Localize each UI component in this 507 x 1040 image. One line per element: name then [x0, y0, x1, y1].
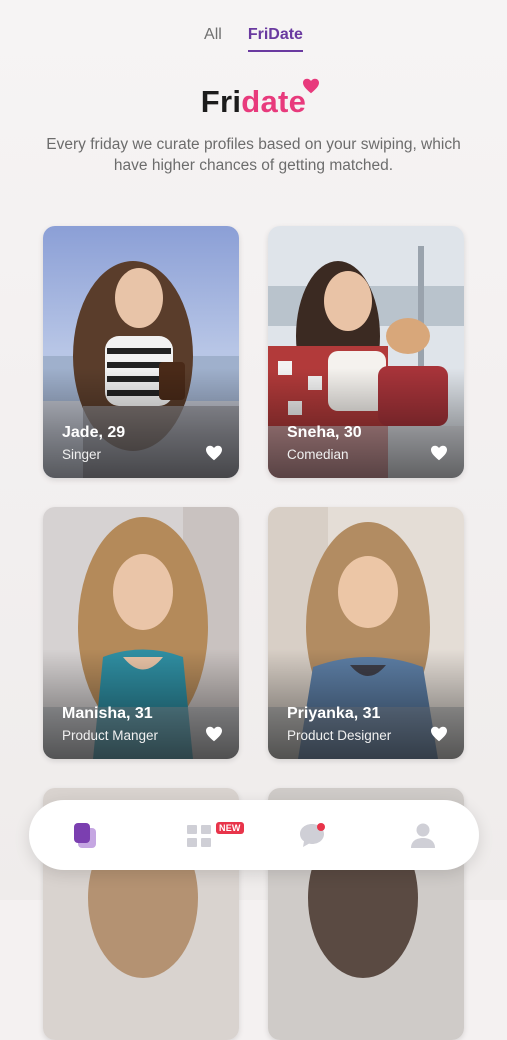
profile-name: Jade, 29: [62, 424, 126, 441]
profile-name: Manisha, 31: [62, 705, 153, 722]
tab-all[interactable]: All: [204, 26, 222, 52]
heart-icon[interactable]: [430, 445, 448, 461]
profile-name: Priyanka, 31: [287, 705, 381, 722]
logo-heart-icon: [303, 78, 320, 94]
profile-job: Product Manger: [62, 728, 159, 743]
fridate-cards-icon[interactable]: [69, 818, 103, 852]
profile-card-sneha[interactable]: Sneha, 30 Comedian: [268, 226, 464, 478]
fridate-screen: All FriDate Fridate Every friday we cura…: [0, 0, 507, 1040]
profile-job: Comedian: [287, 447, 349, 462]
logo-date: date: [241, 84, 307, 119]
profile-job: Product Designer: [287, 728, 392, 743]
profile-icon[interactable]: [406, 818, 440, 852]
heart-icon[interactable]: [205, 726, 223, 742]
new-badge: NEW: [216, 822, 244, 834]
fridate-logo: Fridate: [0, 78, 507, 120]
logo-fri: Fri: [200, 84, 242, 119]
tab-fridate[interactable]: FriDate: [247, 26, 303, 52]
chat-icon[interactable]: [295, 818, 329, 852]
grid-icon[interactable]: [182, 818, 216, 852]
profile-card-priyanka[interactable]: Priyanka, 31 Product Designer: [268, 507, 464, 759]
profile-name: Sneha, 30: [287, 424, 362, 441]
profile-card-manisha[interactable]: Manisha, 31 Product Manger: [43, 507, 239, 759]
top-tabs: All FriDate: [0, 26, 507, 52]
heart-icon[interactable]: [430, 726, 448, 742]
heart-icon[interactable]: [205, 445, 223, 461]
profile-job: Singer: [62, 447, 102, 462]
profile-card-jade[interactable]: Jade, 29 Singer: [43, 226, 239, 478]
bottom-nav: NEW: [29, 800, 479, 870]
page-subtitle: Every friday we curate profiles based on…: [46, 136, 461, 174]
